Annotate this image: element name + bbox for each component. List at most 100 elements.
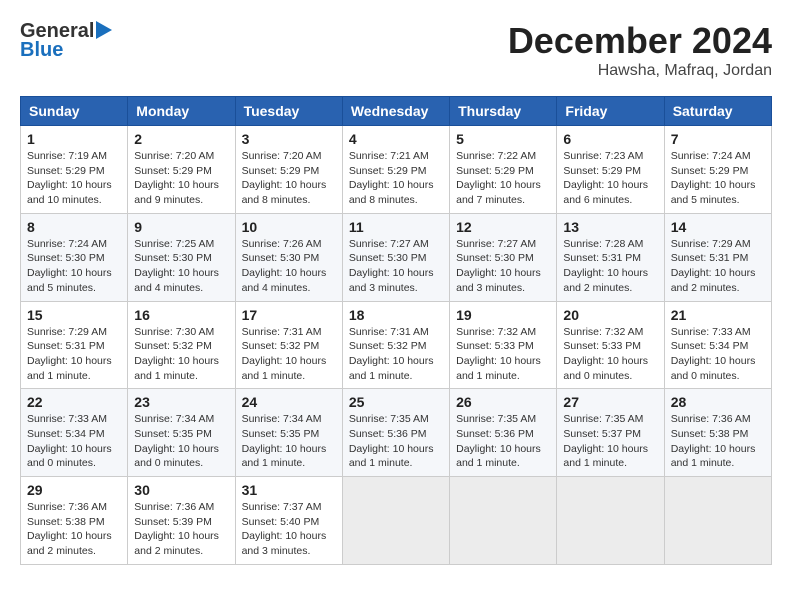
day-info: Sunrise: 7:33 AM Sunset: 5:34 PM Dayligh… (27, 412, 121, 471)
day-number: 2 (134, 131, 228, 147)
calendar-week-1: 1 Sunrise: 7:19 AM Sunset: 5:29 PM Daylig… (21, 126, 772, 214)
day-info: Sunrise: 7:32 AM Sunset: 5:33 PM Dayligh… (456, 325, 550, 384)
day-info: Sunrise: 7:25 AM Sunset: 5:30 PM Dayligh… (134, 237, 228, 296)
day-info: Sunrise: 7:35 AM Sunset: 5:36 PM Dayligh… (456, 412, 550, 471)
calendar-cell: 7 Sunrise: 7:24 AM Sunset: 5:29 PM Daylig… (664, 126, 771, 214)
day-info: Sunrise: 7:33 AM Sunset: 5:34 PM Dayligh… (671, 325, 765, 384)
calendar-cell: 6Sunrise: 7:23 AM Sunset: 5:29 PM Daylig… (557, 126, 664, 214)
day-info: Sunrise: 7:20 AM Sunset: 5:29 PM Dayligh… (134, 149, 228, 208)
calendar-header-monday: Monday (128, 97, 235, 126)
day-info: Sunrise: 7:24 AM Sunset: 5:30 PM Dayligh… (27, 237, 121, 296)
day-info: Sunrise: 7:35 AM Sunset: 5:36 PM Dayligh… (349, 412, 443, 471)
day-info: Sunrise: 7:29 AM Sunset: 5:31 PM Dayligh… (27, 325, 121, 384)
calendar-cell: 19Sunrise: 7:32 AM Sunset: 5:33 PM Dayli… (450, 301, 557, 389)
day-number: 25 (349, 394, 443, 410)
calendar-cell: 23 Sunrise: 7:34 AM Sunset: 5:35 PM Dayli… (128, 389, 235, 477)
calendar-cell: 25 Sunrise: 7:35 AM Sunset: 5:36 PM Dayli… (342, 389, 449, 477)
calendar-cell: 21 Sunrise: 7:33 AM Sunset: 5:34 PM Dayli… (664, 301, 771, 389)
day-number: 11 (349, 219, 443, 235)
calendar-header-friday: Friday (557, 97, 664, 126)
day-number: 15 (27, 307, 121, 323)
day-number: 21 (671, 307, 765, 323)
day-number: 13 (563, 219, 657, 235)
calendar-cell: 8 Sunrise: 7:24 AM Sunset: 5:30 PM Daylig… (21, 213, 128, 301)
calendar-cell: 3 Sunrise: 7:20 AM Sunset: 5:29 PM Daylig… (235, 126, 342, 214)
calendar-cell: 26 Sunrise: 7:35 AM Sunset: 5:36 PM Dayli… (450, 389, 557, 477)
day-info: Sunrise: 7:36 AM Sunset: 5:38 PM Dayligh… (27, 500, 121, 559)
day-info: Sunrise: 7:34 AM Sunset: 5:35 PM Dayligh… (134, 412, 228, 471)
calendar-cell: 5Sunrise: 7:22 AM Sunset: 5:29 PM Daylig… (450, 126, 557, 214)
day-number: 28 (671, 394, 765, 410)
day-info: Sunrise: 7:20 AM Sunset: 5:29 PM Dayligh… (242, 149, 336, 208)
calendar-cell: 24 Sunrise: 7:34 AM Sunset: 5:35 PM Dayli… (235, 389, 342, 477)
logo-arrow-icon (96, 21, 112, 39)
day-number: 14 (671, 219, 765, 235)
day-info: Sunrise: 7:36 AM Sunset: 5:38 PM Dayligh… (671, 412, 765, 471)
calendar-header-sunday: Sunday (21, 97, 128, 126)
calendar-cell: 4Sunrise: 7:21 AM Sunset: 5:29 PM Daylig… (342, 126, 449, 214)
calendar-header-thursday: Thursday (450, 97, 557, 126)
day-number: 23 (134, 394, 228, 410)
day-number: 18 (349, 307, 443, 323)
day-number: 3 (242, 131, 336, 147)
day-info: Sunrise: 7:30 AM Sunset: 5:32 PM Dayligh… (134, 325, 228, 384)
calendar-week-5: 29 Sunrise: 7:36 AM Sunset: 5:38 PM Dayli… (21, 477, 772, 565)
calendar-cell: 27Sunrise: 7:35 AM Sunset: 5:37 PM Dayli… (557, 389, 664, 477)
day-number: 31 (242, 482, 336, 498)
day-info: Sunrise: 7:28 AM Sunset: 5:31 PM Dayligh… (563, 237, 657, 296)
day-number: 30 (134, 482, 228, 498)
day-number: 1 (27, 131, 121, 147)
day-number: 16 (134, 307, 228, 323)
calendar-cell: 22Sunrise: 7:33 AM Sunset: 5:34 PM Dayli… (21, 389, 128, 477)
calendar-cell: 17 Sunrise: 7:31 AM Sunset: 5:32 PM Dayli… (235, 301, 342, 389)
calendar-cell: 12 Sunrise: 7:27 AM Sunset: 5:30 PM Dayli… (450, 213, 557, 301)
day-info: Sunrise: 7:24 AM Sunset: 5:29 PM Dayligh… (671, 149, 765, 208)
calendar-cell: 11 Sunrise: 7:27 AM Sunset: 5:30 PM Dayli… (342, 213, 449, 301)
calendar-cell: 14 Sunrise: 7:29 AM Sunset: 5:31 PM Dayli… (664, 213, 771, 301)
calendar-week-4: 22Sunrise: 7:33 AM Sunset: 5:34 PM Dayli… (21, 389, 772, 477)
calendar-header-tuesday: Tuesday (235, 97, 342, 126)
day-number: 17 (242, 307, 336, 323)
day-info: Sunrise: 7:27 AM Sunset: 5:30 PM Dayligh… (456, 237, 550, 296)
day-info: Sunrise: 7:26 AM Sunset: 5:30 PM Dayligh… (242, 237, 336, 296)
calendar-cell (664, 477, 771, 565)
day-number: 7 (671, 131, 765, 147)
day-info: Sunrise: 7:22 AM Sunset: 5:29 PM Dayligh… (456, 149, 550, 208)
calendar-cell: 9 Sunrise: 7:25 AM Sunset: 5:30 PM Daylig… (128, 213, 235, 301)
calendar-cell: 18 Sunrise: 7:31 AM Sunset: 5:32 PM Dayli… (342, 301, 449, 389)
day-number: 24 (242, 394, 336, 410)
calendar-cell: 15 Sunrise: 7:29 AM Sunset: 5:31 PM Dayli… (21, 301, 128, 389)
calendar-cell (342, 477, 449, 565)
calendar-cell: 1 Sunrise: 7:19 AM Sunset: 5:29 PM Daylig… (21, 126, 128, 214)
calendar-header-saturday: Saturday (664, 97, 771, 126)
day-info: Sunrise: 7:29 AM Sunset: 5:31 PM Dayligh… (671, 237, 765, 296)
calendar-table: SundayMondayTuesdayWednesdayThursdayFrid… (20, 96, 772, 565)
day-number: 27 (563, 394, 657, 410)
day-info: Sunrise: 7:21 AM Sunset: 5:29 PM Dayligh… (349, 149, 443, 208)
day-info: Sunrise: 7:27 AM Sunset: 5:30 PM Dayligh… (349, 237, 443, 296)
calendar-cell: 29 Sunrise: 7:36 AM Sunset: 5:38 PM Dayli… (21, 477, 128, 565)
logo-blue-text: Blue (20, 39, 63, 62)
calendar-week-3: 15 Sunrise: 7:29 AM Sunset: 5:31 PM Dayli… (21, 301, 772, 389)
day-number: 10 (242, 219, 336, 235)
day-info: Sunrise: 7:19 AM Sunset: 5:29 PM Dayligh… (27, 149, 121, 208)
calendar-cell: 2 Sunrise: 7:20 AM Sunset: 5:29 PM Daylig… (128, 126, 235, 214)
day-number: 20 (563, 307, 657, 323)
day-number: 9 (134, 219, 228, 235)
calendar-cell: 30Sunrise: 7:36 AM Sunset: 5:39 PM Dayli… (128, 477, 235, 565)
calendar-cell: 10 Sunrise: 7:26 AM Sunset: 5:30 PM Dayli… (235, 213, 342, 301)
calendar-week-2: 8 Sunrise: 7:24 AM Sunset: 5:30 PM Daylig… (21, 213, 772, 301)
calendar-header-wednesday: Wednesday (342, 97, 449, 126)
day-number: 29 (27, 482, 121, 498)
calendar-cell: 13 Sunrise: 7:28 AM Sunset: 5:31 PM Dayli… (557, 213, 664, 301)
day-info: Sunrise: 7:32 AM Sunset: 5:33 PM Dayligh… (563, 325, 657, 384)
calendar-cell: 28 Sunrise: 7:36 AM Sunset: 5:38 PM Dayli… (664, 389, 771, 477)
day-number: 8 (27, 219, 121, 235)
month-title: December 2024 (508, 20, 772, 62)
location-text: Hawsha, Mafraq, Jordan (508, 62, 772, 80)
day-number: 26 (456, 394, 550, 410)
day-info: Sunrise: 7:31 AM Sunset: 5:32 PM Dayligh… (349, 325, 443, 384)
day-number: 12 (456, 219, 550, 235)
day-info: Sunrise: 7:31 AM Sunset: 5:32 PM Dayligh… (242, 325, 336, 384)
day-info: Sunrise: 7:34 AM Sunset: 5:35 PM Dayligh… (242, 412, 336, 471)
